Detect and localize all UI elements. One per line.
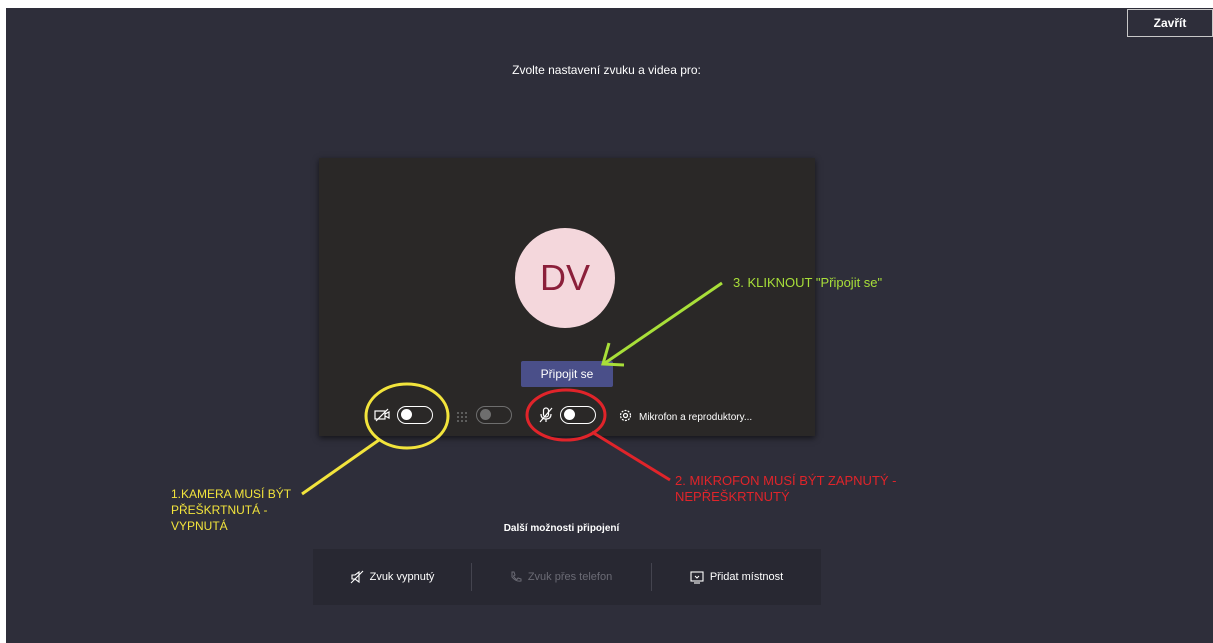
join-button[interactable]: Připojit se xyxy=(521,361,613,387)
close-button[interactable]: Zavřít xyxy=(1127,9,1213,37)
camera-instruction: 1.KAMERA MUSÍ BÝT PŘEŠKRTNUTÁ - VYPNUTÁ xyxy=(171,487,292,533)
join-instruction: 3. KLIKNOUT "Připojit se" xyxy=(733,275,883,290)
gear-icon[interactable] xyxy=(619,409,632,427)
video-preview: DV Připojit se Mikrofon a reproduktory..… xyxy=(319,158,815,436)
camera-off-icon xyxy=(374,408,391,427)
microphone-off-icon xyxy=(539,407,553,428)
speaker-off-icon xyxy=(350,570,363,584)
microphone-instruction: 2. MIKROFON MUSÍ BÝT ZAPNUTÝ - NEPŘEŠKRT… xyxy=(675,473,897,504)
phone-icon xyxy=(511,571,522,582)
page-heading: Zvolte nastavení zvuku a videa pro: xyxy=(512,63,701,77)
background-blur-toggle[interactable] xyxy=(476,406,512,424)
microphone-toggle[interactable] xyxy=(560,406,596,424)
option-label: Zvuk přes telefon xyxy=(527,571,613,583)
toggle-knob xyxy=(564,409,575,420)
option-label: Přidat místnost xyxy=(709,571,784,583)
phone-audio-option[interactable]: Zvuk přes telefon xyxy=(472,549,650,605)
more-options-title: Další možnosti připojení xyxy=(503,523,620,534)
camera-toggle[interactable] xyxy=(397,406,433,424)
audio-off-option[interactable]: Zvuk vypnutý xyxy=(313,549,471,605)
add-room-option[interactable]: Přidat místnost xyxy=(652,549,821,605)
avatar: DV xyxy=(515,228,615,328)
device-settings-link[interactable]: Mikrofon a reproduktory... xyxy=(639,412,752,423)
option-label: Zvuk vypnutý xyxy=(369,571,435,583)
room-icon xyxy=(690,570,704,584)
toggle-knob xyxy=(480,409,491,420)
toggle-knob xyxy=(401,409,412,420)
join-options-bar: Zvuk vypnutý Zvuk přes telefon Přidat mí… xyxy=(313,549,821,605)
background-blur-icon xyxy=(456,410,468,428)
